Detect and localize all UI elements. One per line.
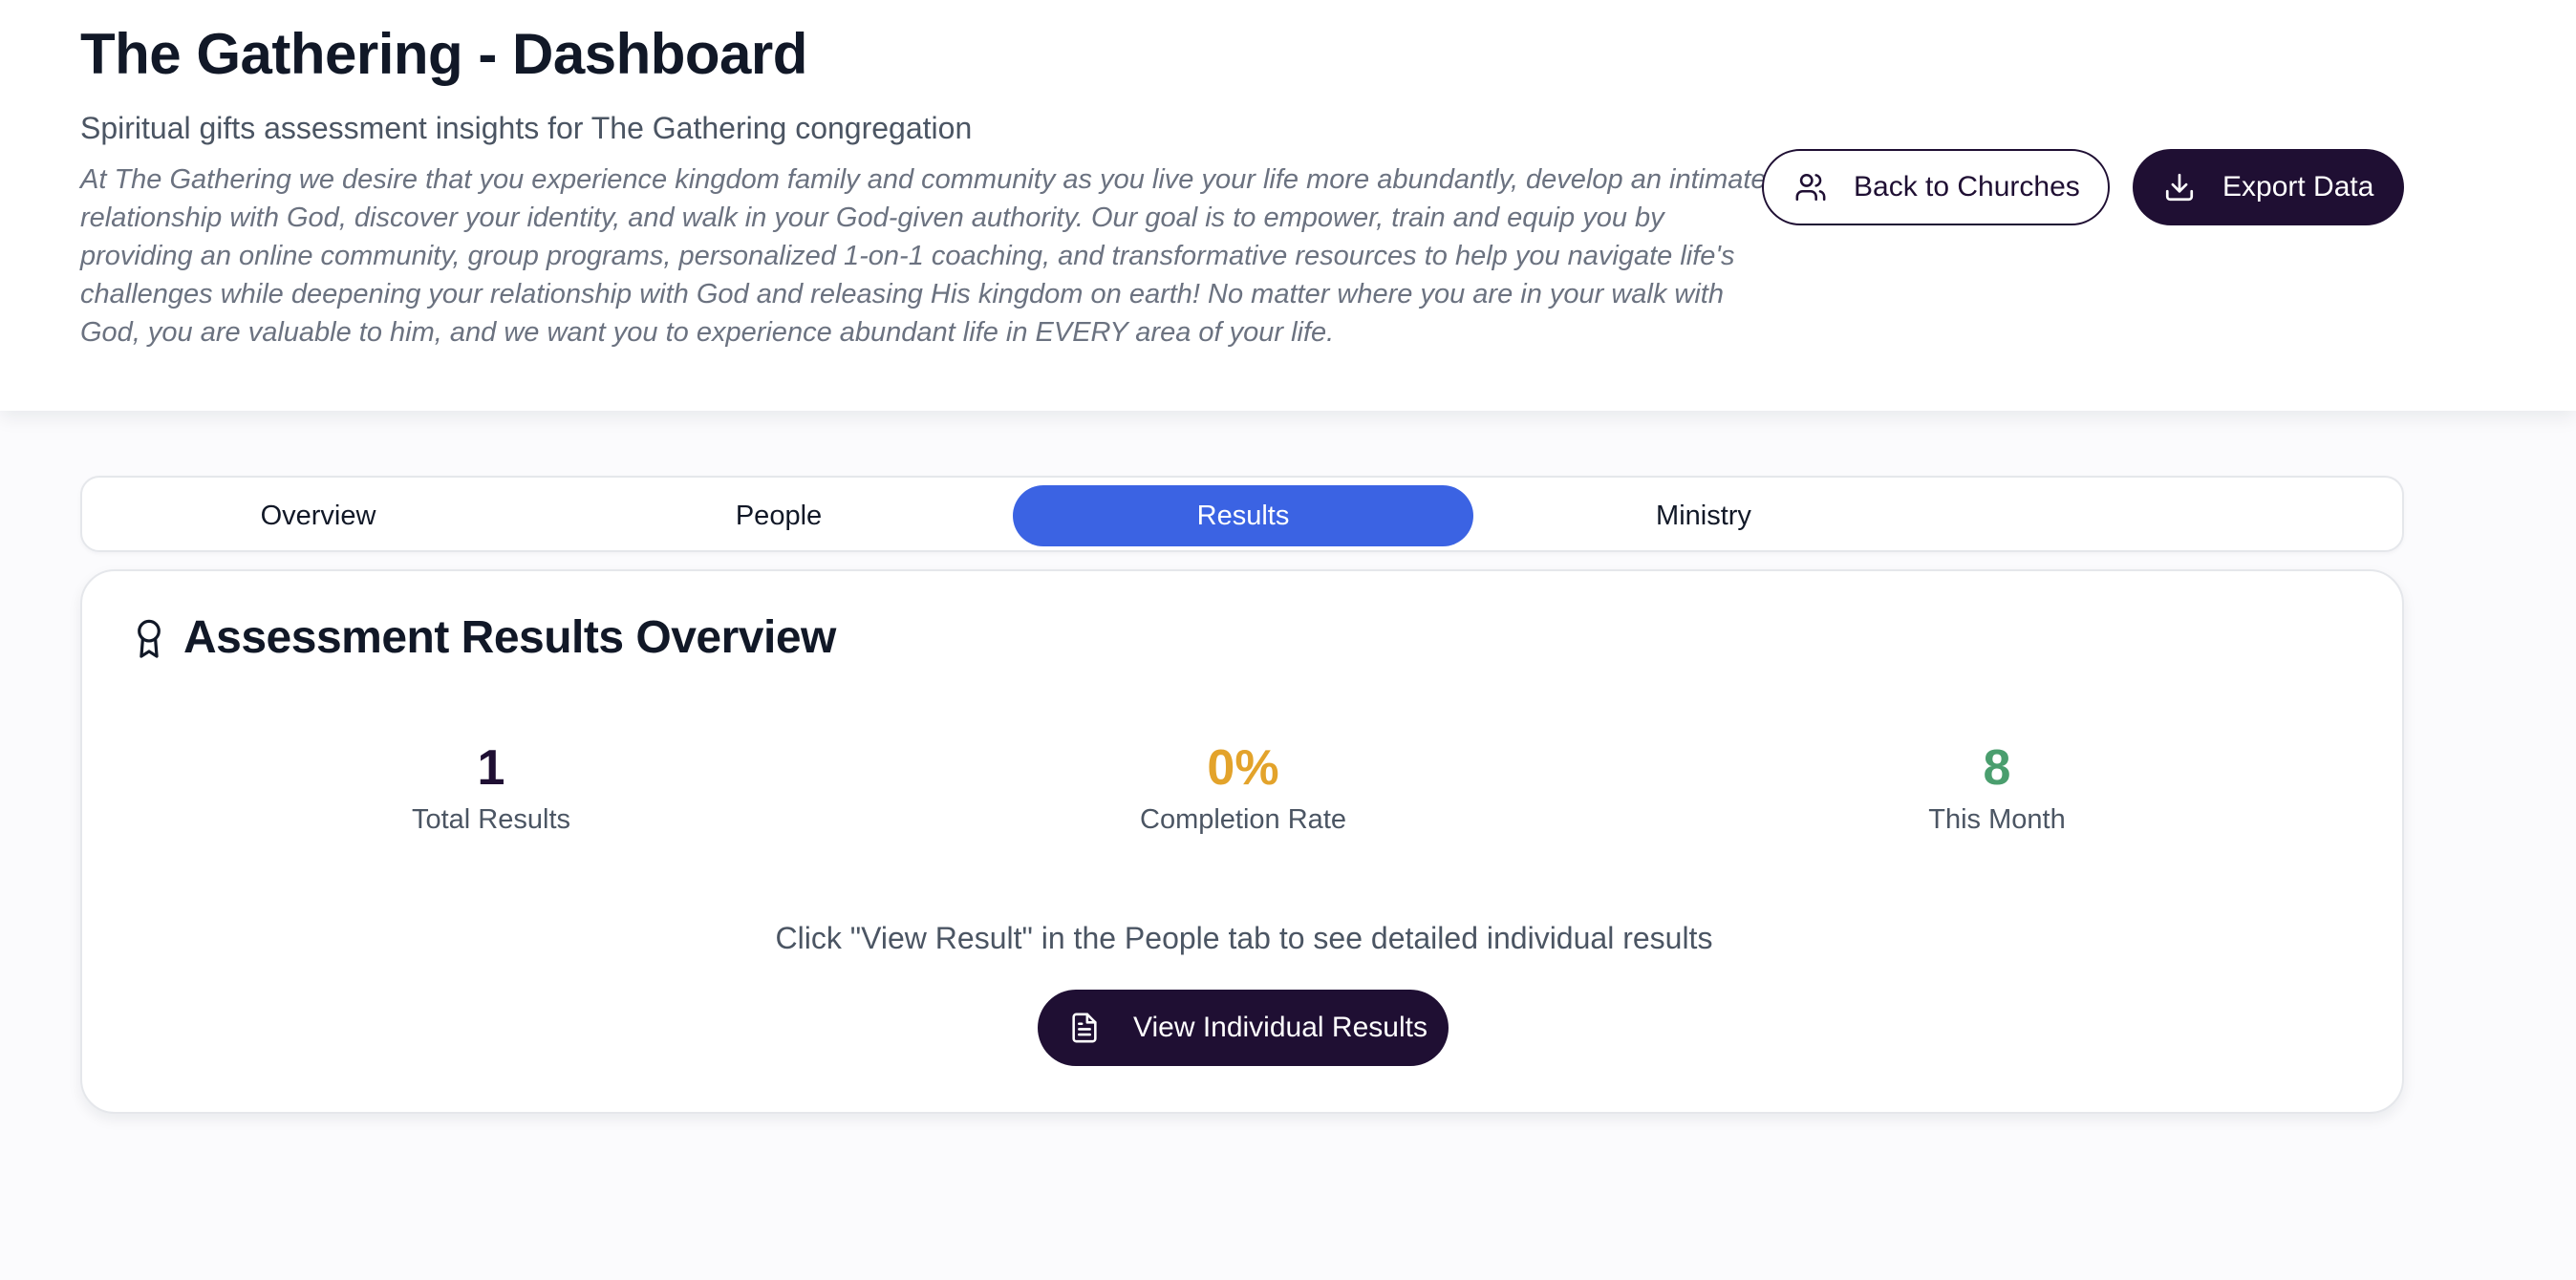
download-icon (2165, 173, 2194, 202)
stat-completion-rate: 0% Completion Rate (1004, 741, 1482, 836)
stat-value: 8 (1983, 740, 2011, 796)
tab-overview-label: Overview (260, 500, 376, 531)
stat-label: Completion Rate (1140, 804, 1346, 835)
tab-people[interactable]: People (548, 485, 1009, 546)
export-data-label: Export Data (2222, 171, 2374, 203)
view-individual-results-button[interactable]: View Individual Results (1038, 990, 1449, 1066)
users-icon (1795, 173, 1826, 202)
church-description: At The Gathering we desire that you expe… (80, 164, 1767, 348)
tab-overview[interactable]: Overview (88, 485, 548, 546)
page-header: The Gathering - Dashboard Spiritual gift… (0, 0, 2576, 411)
stat-this-month: 8 This Month (1758, 741, 2236, 836)
stat-label: Total Results (411, 804, 570, 835)
stat-value: 1 (477, 740, 505, 796)
page-subtitle: Spiritual gifts assessment insights for … (80, 111, 973, 145)
tab-ministry[interactable]: Ministry (1473, 485, 1934, 546)
file-text-icon (1072, 1013, 1097, 1043)
results-overview-title: Assessment Results Overview (183, 612, 836, 663)
back-to-churches-label: Back to Churches (1854, 171, 2080, 203)
stat-label: This Month (1928, 804, 2066, 835)
view-individual-results-label: View Individual Results (1133, 1012, 1428, 1043)
tab-results-label: Results (1196, 500, 1290, 531)
page-title: The Gathering - Dashboard (80, 22, 807, 86)
back-to-churches-button[interactable]: Back to Churches (1762, 149, 2110, 225)
tab-results[interactable]: Results (1013, 485, 1473, 546)
award-icon (138, 619, 161, 658)
stat-total-results: 1 Total Results (252, 741, 730, 836)
tab-people-label: People (735, 500, 823, 531)
assessment-results-card: Assessment Results Overview 1 Total Resu… (80, 569, 2404, 1114)
export-data-button[interactable]: Export Data (2133, 149, 2404, 225)
results-hint: Click "View Result" in the People tab to… (775, 921, 1713, 955)
dashboard-tabs: Overview People Results Ministry (80, 476, 2404, 552)
stat-value: 0% (1207, 740, 1279, 796)
tab-ministry-label: Ministry (1656, 500, 1751, 531)
